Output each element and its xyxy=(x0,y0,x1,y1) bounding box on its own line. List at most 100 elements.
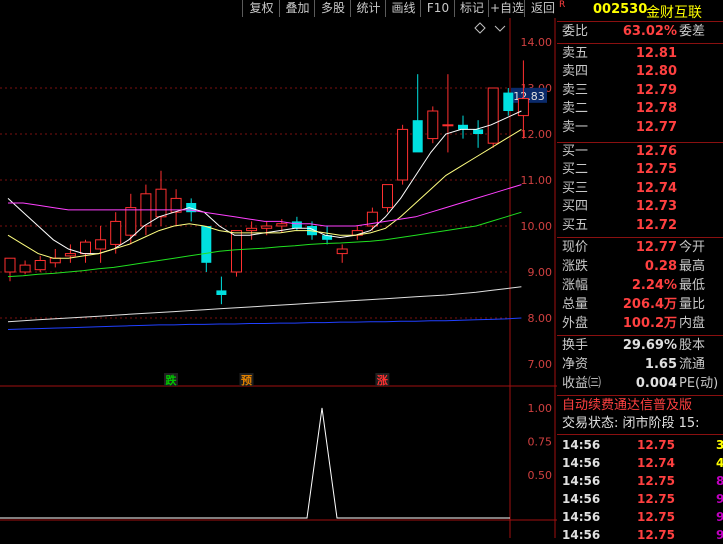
candle-body xyxy=(95,239,107,250)
stat-label: 现价 xyxy=(562,240,589,255)
price-tick-label: 7.00 xyxy=(528,358,553,371)
ask-price: 12.79 xyxy=(635,82,677,98)
tick-row: 14:56 12.74 4 xyxy=(557,454,723,472)
tick-row: 14:56 12.75 9 xyxy=(557,526,723,544)
stat-right-label: 最低 xyxy=(679,278,706,293)
weibi-value: 63.02% xyxy=(622,24,677,39)
trade-status-text: 交易状态: 闭市阶段 15: xyxy=(562,416,700,431)
indicator-tick-label: 0.75 xyxy=(528,436,553,449)
tick-volume: 9 xyxy=(716,510,723,524)
toolbar-button-5[interactable]: F10 xyxy=(420,0,455,17)
tick-time: 14:56 xyxy=(562,510,601,524)
toolbar-button-6[interactable]: 标记 xyxy=(454,0,489,17)
ask-label: 卖四 xyxy=(562,64,589,80)
ma-line-1 xyxy=(7,128,522,259)
tick-price: 12.74 xyxy=(637,456,675,470)
ask-label: 卖一 xyxy=(562,119,589,135)
ask-label: 卖五 xyxy=(562,46,589,61)
stat2-value: 1.65 xyxy=(644,357,677,372)
candle-body xyxy=(276,223,288,227)
ask-row: 卖三 12.79 xyxy=(557,82,723,100)
indicator-tick-label: 1.00 xyxy=(528,402,553,415)
candle-body xyxy=(216,290,227,295)
candle-body xyxy=(125,207,137,236)
ma-line-5 xyxy=(7,317,522,330)
ma-line-0 xyxy=(7,110,522,255)
tick-row: 14:56 12.75 9 xyxy=(557,490,723,508)
toolbar-button-2[interactable]: 多股 xyxy=(314,0,351,17)
tick-volume: 3 xyxy=(716,438,723,452)
stat2-value: 29.69% xyxy=(622,338,677,353)
tick-time: 14:56 xyxy=(562,474,601,488)
candle-body xyxy=(19,264,31,273)
stat-label: 涨幅 xyxy=(562,278,589,293)
tick-time: 14:56 xyxy=(562,456,601,470)
bid-row: 买三 12.74 xyxy=(557,180,723,198)
stat-label: 外盘 xyxy=(562,316,589,331)
candle-body xyxy=(336,248,348,255)
stat2-right-label: 股本 xyxy=(679,338,706,353)
price-tick-label: 8.00 xyxy=(528,312,553,325)
price-tick-label: 12.00 xyxy=(521,128,553,141)
stat-row: 涨跌 0.28 最高 xyxy=(557,258,723,276)
ask-row: 卖四 12.80 xyxy=(557,63,723,81)
bid-row: 买四 12.73 xyxy=(557,198,723,216)
kline-chart[interactable]: 14.0013.0012.0011.0010.009.008.007.0012.… xyxy=(0,18,557,538)
toolbar-button-0[interactable]: 复权 xyxy=(242,0,280,17)
stat2-row: 换手 29.69% 股本 xyxy=(557,337,723,355)
ma-line-2 xyxy=(8,184,522,227)
weibi-row: 委比 63.02% 委差 xyxy=(557,23,723,41)
candle-body xyxy=(487,87,499,144)
tick-row: 14:56 12.75 8 xyxy=(557,472,723,490)
stat-value: 100.2万 xyxy=(622,316,677,331)
tick-price: 12.75 xyxy=(637,438,675,452)
signal-label: 预 xyxy=(241,373,252,387)
ask-price: 12.78 xyxy=(635,101,677,117)
ask-price: 12.80 xyxy=(635,64,677,80)
toolbar-button-3[interactable]: 统计 xyxy=(350,0,386,17)
bid-label: 买五 xyxy=(562,217,589,233)
bid-row: 买一 12.76 xyxy=(557,143,723,161)
tick-volume: 4 xyxy=(716,456,723,470)
divider xyxy=(557,335,723,336)
news-link[interactable]: 自动续费通达信普及版 xyxy=(557,397,723,415)
candle-body xyxy=(517,98,529,117)
bid-price: 12.76 xyxy=(635,144,677,159)
stat2-row: 收益㈢ 0.004 PE(动) xyxy=(557,375,723,393)
tick-volume: 8 xyxy=(716,474,723,488)
quote-panel: R 002530 金财互联 委比 63.02% 委差 卖五 12.81 卖四 12.80 卖三 12.… xyxy=(557,0,723,542)
toolbar-button-8[interactable]: 返回 xyxy=(524,0,561,17)
candle-body xyxy=(64,253,76,257)
toolbar: 复权 叠加 多股 统计 画线 F10 标记 +自选 返回 xyxy=(0,0,560,18)
stat-label: 总量 xyxy=(562,297,589,312)
tick-volume: 9 xyxy=(716,528,723,542)
indicator-tick-label: 0.50 xyxy=(528,469,553,482)
signal-label: 涨 xyxy=(377,373,388,387)
stat-value: 2.24% xyxy=(631,278,677,293)
bid-label: 买二 xyxy=(562,162,589,178)
tick-time: 14:56 xyxy=(562,528,601,542)
diamond-icon xyxy=(474,22,486,34)
candle-body xyxy=(412,120,423,153)
tick-row: 14:56 12.75 9 xyxy=(557,508,723,526)
toolbar-button-7[interactable]: +自选 xyxy=(488,0,525,17)
stat2-right-label: PE(动) xyxy=(679,376,719,391)
toolbar-button-4[interactable]: 画线 xyxy=(385,0,421,17)
candle-body xyxy=(427,110,439,140)
bid-price: 12.74 xyxy=(635,180,677,196)
bid-row: 买二 12.75 xyxy=(557,161,723,179)
divider xyxy=(557,434,723,435)
signal-label: 跌 xyxy=(166,373,178,387)
bid-row: 买五 12.72 xyxy=(557,217,723,235)
candle-body xyxy=(80,241,91,255)
weicha-label: 委差 xyxy=(679,24,706,39)
price-tick-label: 10.00 xyxy=(521,220,553,233)
indicator-line xyxy=(0,407,510,519)
ask-price: 12.81 xyxy=(635,46,677,61)
stat-right-label: 今开 xyxy=(679,240,706,255)
toolbar-button-1[interactable]: 叠加 xyxy=(279,0,315,17)
divider xyxy=(557,395,723,396)
news-text[interactable]: 自动续费通达信普及版 xyxy=(562,397,692,415)
stat-label: 涨跌 xyxy=(562,259,589,274)
candle-body xyxy=(458,124,468,130)
